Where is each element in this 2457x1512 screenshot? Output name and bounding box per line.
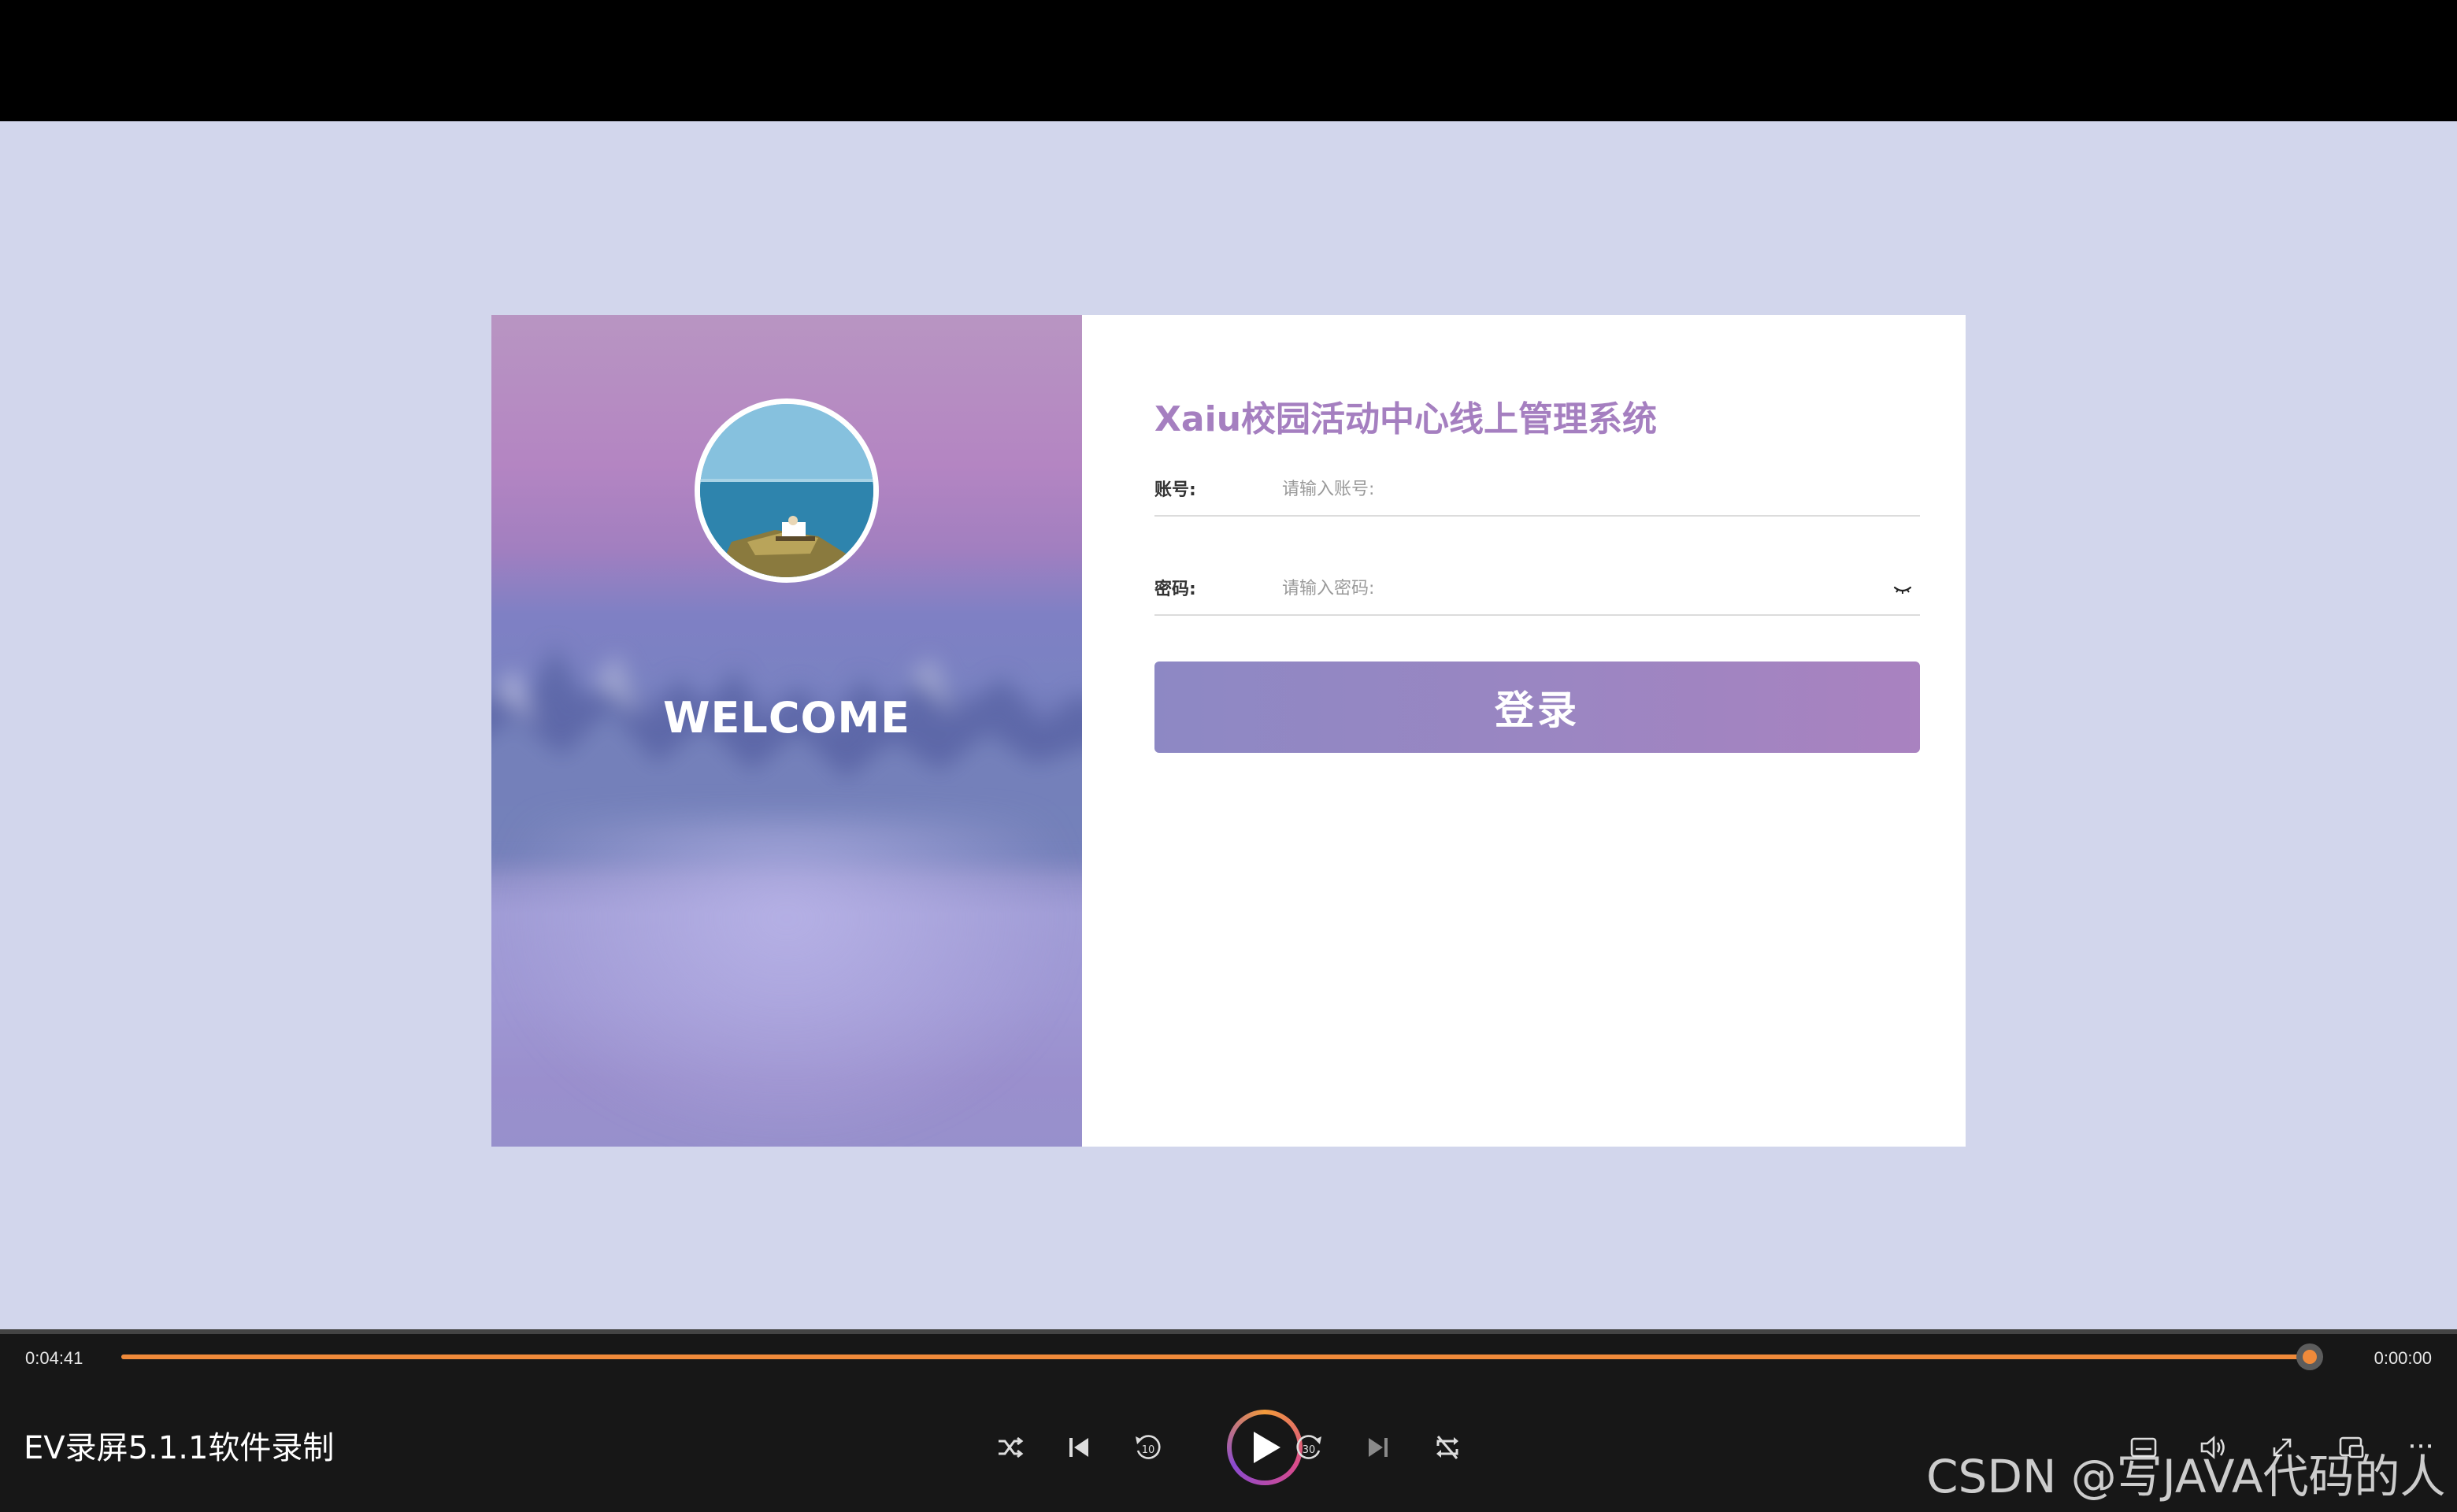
progress-slider[interactable] (121, 1343, 2324, 1370)
welcome-heading: WELCOME (662, 693, 911, 743)
player-divider (0, 1329, 2457, 1334)
welcome-panel: WELCOME (491, 315, 1082, 1147)
elapsed-time: 0:04:41 (25, 1348, 83, 1368)
skip-previous-icon[interactable] (1063, 1432, 1095, 1463)
watermark: CSDN @写JAVA代码的人 (1926, 1450, 2446, 1503)
progress-fill (121, 1354, 2311, 1359)
top-letterbox (0, 0, 2457, 121)
remaining-time: 0:00:00 (2374, 1348, 2432, 1368)
fog-layer (491, 819, 1082, 1147)
screen: WELCOME Xaiu校园活动中心线上管理系统 账号: 密码: (0, 0, 2457, 1512)
account-label: 账号: (1154, 480, 1196, 500)
forward-30-icon[interactable]: 30 (1292, 1430, 1326, 1465)
account-field: 账号: (1154, 466, 1920, 517)
rewind-10-icon[interactable]: 10 (1131, 1430, 1166, 1465)
login-form: Xaiu校园活动中心线上管理系统 账号: 密码: 登录 (1082, 315, 1966, 1147)
password-field: 密码: (1154, 565, 1920, 616)
login-card: WELCOME Xaiu校园活动中心线上管理系统 账号: 密码: (491, 315, 1966, 1147)
password-label: 密码: (1154, 580, 1196, 599)
avatar (695, 398, 879, 583)
play-icon (1254, 1432, 1280, 1463)
repeat-off-icon[interactable] (1432, 1432, 1463, 1463)
forward-label: 30 (1303, 1444, 1316, 1456)
avatar-image (700, 404, 873, 577)
password-input[interactable] (1282, 569, 1896, 608)
skip-next-icon[interactable] (1362, 1432, 1394, 1463)
eye-closed-icon[interactable] (1892, 578, 1914, 600)
progress-handle[interactable] (2296, 1343, 2324, 1370)
account-input[interactable] (1282, 469, 1896, 509)
media-title: EV录屏5.1.1软件录制 (24, 1430, 335, 1466)
system-title: Xaiu校园活动中心线上管理系统 (1154, 399, 1658, 439)
shuffle-icon[interactable] (994, 1432, 1025, 1463)
rewind-label: 10 (1142, 1444, 1155, 1456)
login-button[interactable]: 登录 (1154, 662, 1920, 753)
